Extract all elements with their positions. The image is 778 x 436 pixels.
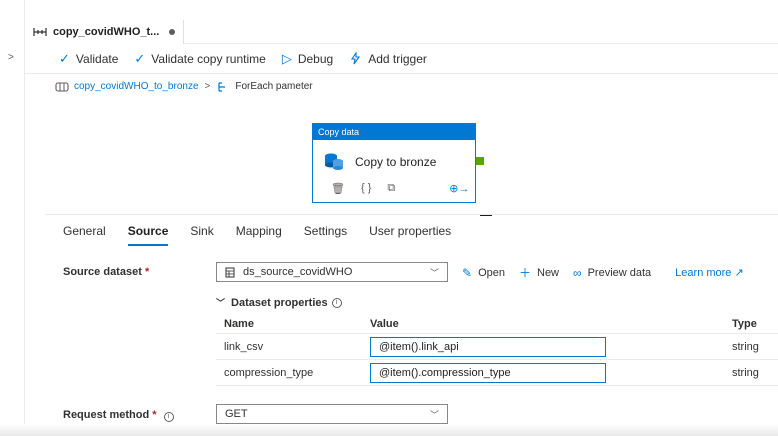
add-output-icon[interactable]: ⊕→ <box>449 182 469 195</box>
validate-copy-runtime-button[interactable]: ✓ Validate copy runtime <box>134 51 265 67</box>
param-type: string <box>732 340 759 353</box>
plus-icon: ＋ <box>518 266 531 280</box>
tab-pipeline[interactable]: copy_covidWHO_t... <box>25 20 185 44</box>
new-dataset-button[interactable]: ＋ New <box>519 264 559 281</box>
column-type: Type <box>732 317 757 330</box>
learn-more-link[interactable]: Learn more ↗ <box>675 266 744 279</box>
clone-icon[interactable]: ⧉ <box>387 182 395 195</box>
success-output-port[interactable] <box>476 157 484 165</box>
chevron-down-icon: ﹀ <box>216 298 226 308</box>
open-label: Open <box>478 266 505 279</box>
info-icon[interactable]: i <box>163 412 174 422</box>
request-method-label: Request method * i <box>63 409 174 422</box>
properties-tabs: General Source Sink Mapping Settings Use… <box>63 224 473 246</box>
debug-button[interactable]: ▷ Debug <box>282 51 333 67</box>
breadcrumb: copy_covidWHO_to_bronze > ForEach pamete… <box>55 81 313 92</box>
tab-strip: copy_covidWHO_t... <box>25 0 778 44</box>
breadcrumb-separator: > <box>204 81 211 92</box>
foreach-icon <box>218 81 226 92</box>
column-name: Name <box>224 317 254 330</box>
param-name: link_csv <box>224 340 264 353</box>
play-icon: ▷ <box>281 50 292 66</box>
info-icon[interactable]: i <box>331 297 342 308</box>
external-link-icon: ↗ <box>734 267 744 279</box>
pipeline-icon <box>33 28 47 36</box>
source-dataset-label-text: Source dataset <box>63 266 142 278</box>
tab-settings[interactable]: Settings <box>304 224 347 246</box>
column-value: Value <box>370 317 399 330</box>
activity-name: Copy to bronze <box>355 155 437 169</box>
required-mark: * <box>144 266 150 278</box>
checkmark-icon: ✓ <box>59 50 70 66</box>
trigger-icon <box>351 52 361 65</box>
unsaved-indicator-icon <box>169 29 176 35</box>
expand-chevron-icon[interactable]: > <box>8 52 14 63</box>
tab-user-properties[interactable]: User properties <box>369 224 451 246</box>
tab-title: copy_covidWHO_t... <box>53 26 160 38</box>
validate-runtime-label: Validate copy runtime <box>151 51 266 66</box>
chevron-down-icon: ﹀ <box>429 268 439 278</box>
code-icon[interactable]: { } <box>361 182 371 194</box>
breadcrumb-pipeline-link[interactable]: copy_covidWHO_to_bronze <box>74 81 199 92</box>
adf-window: > copy_covidWHO_t... ✓ Validate ✓ Valida… <box>0 0 778 436</box>
delete-icon[interactable]: 🗑 <box>331 182 345 195</box>
tab-general[interactable]: General <box>63 224 106 246</box>
panel-divider <box>45 214 778 215</box>
source-dataset-select[interactable]: ds_source_covidWHO ﹀ <box>216 262 448 282</box>
left-rail: > <box>0 0 25 436</box>
table-row: compression_type @item().compression_typ… <box>216 360 778 386</box>
add-trigger-button[interactable]: Add trigger <box>349 52 427 66</box>
open-dataset-button[interactable]: ✎ Open <box>462 266 505 280</box>
request-method-value: GET <box>225 408 248 420</box>
tab-sink[interactable]: Sink <box>190 224 213 246</box>
pipeline-icon <box>55 81 69 92</box>
table-row: link_csv @item().link_api string <box>216 334 778 360</box>
param-type: string <box>732 366 759 379</box>
breadcrumb-current: ForEach pameter <box>235 81 313 92</box>
copy-data-icon <box>325 153 343 170</box>
bottom-edge <box>0 424 778 436</box>
activity-type-label: Copy data <box>313 124 475 140</box>
request-method-label-text: Request method <box>63 409 150 421</box>
dataset-properties-label: Dataset properties <box>231 296 328 309</box>
dataset-icon <box>225 267 235 277</box>
learn-more-text: Learn more <box>675 267 732 279</box>
table-header: Name Value Type <box>216 314 778 334</box>
debug-label: Debug <box>297 51 334 66</box>
tab-mapping[interactable]: Mapping <box>236 224 282 246</box>
dataset-parameters-table: Name Value Type link_csv @item().link_ap… <box>216 314 778 386</box>
preview-label: Preview data <box>587 266 652 279</box>
add-trigger-label: Add trigger <box>368 51 427 66</box>
request-method-select[interactable]: GET ﹀ <box>216 404 448 424</box>
pipeline-toolbar: ✓ Validate ✓ Validate copy runtime ▷ Deb… <box>25 44 778 74</box>
param-value-input[interactable]: @item().compression_type <box>370 362 606 383</box>
required-mark: * <box>152 409 157 421</box>
pencil-icon: ✎ <box>462 265 473 280</box>
copy-data-activity[interactable]: Copy data Copy to bronze 🗑 { } ⧉ ⊕→ <box>312 123 476 203</box>
checkmark-icon: ✓ <box>134 50 146 66</box>
param-value-input[interactable]: @item().link_api <box>370 336 606 357</box>
preview-data-button[interactable]: ∞ Preview data <box>573 266 651 280</box>
validate-label: Validate <box>75 51 119 66</box>
glasses-icon: ∞ <box>573 265 582 280</box>
dataset-actions: ✎ Open ＋ New ∞ Preview data Learn more ↗ <box>462 264 744 281</box>
new-label: New <box>537 266 560 279</box>
dataset-properties-toggle[interactable]: ﹀ Dataset properties i <box>216 296 342 309</box>
param-name: compression_type <box>224 366 314 379</box>
tab-source[interactable]: Source <box>127 224 169 246</box>
source-dataset-value: ds_source_covidWHO <box>243 266 353 278</box>
chevron-down-icon: ﹀ <box>429 410 439 420</box>
validate-button[interactable]: ✓ Validate <box>59 51 118 67</box>
source-dataset-label: Source dataset * <box>63 266 149 278</box>
